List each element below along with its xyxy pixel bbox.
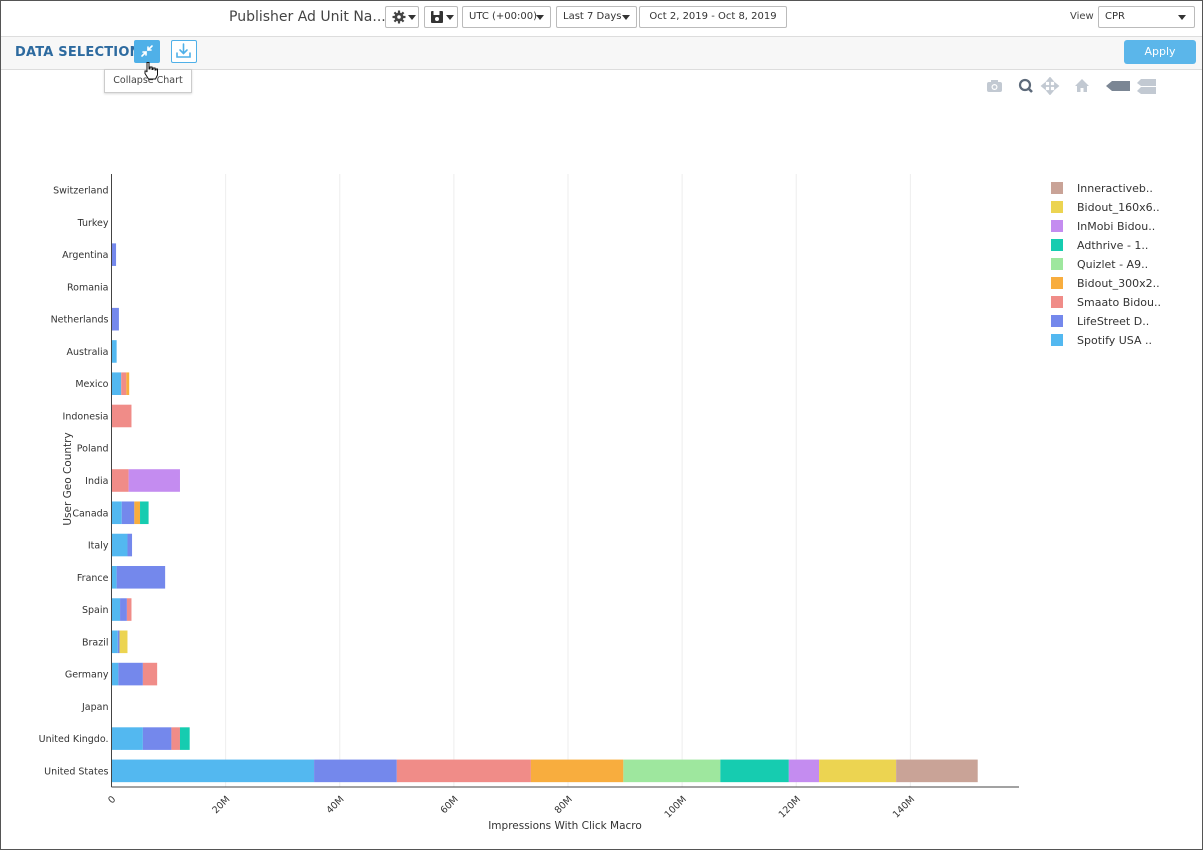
bar-segment[interactable]: [623, 759, 721, 783]
x-tick-label: 40M: [324, 794, 346, 816]
bar-segment[interactable]: [134, 501, 141, 525]
y-tick-label: Italy: [88, 541, 109, 552]
bar-segment[interactable]: [140, 501, 149, 525]
bar-segment[interactable]: [896, 759, 978, 783]
bar-segment[interactable]: [126, 598, 132, 621]
y-tick-label: Romania: [67, 282, 109, 293]
bar-segment[interactable]: [116, 565, 166, 589]
legend-label[interactable]: InMobi Bidou..: [1077, 220, 1155, 233]
y-tick-label: Germany: [65, 670, 109, 681]
bar-segment[interactable]: [111, 759, 315, 783]
y-tick-label: Brazil: [82, 637, 109, 648]
y-tick-label: United States: [44, 766, 108, 777]
bar-segment[interactable]: [121, 372, 127, 396]
y-tick-label: Indonesia: [63, 411, 109, 422]
y-tick-label: Japan: [81, 702, 109, 713]
bar-segment[interactable]: [142, 727, 172, 750]
legend-label[interactable]: Bidout_300x2..: [1077, 277, 1160, 290]
bar-segment[interactable]: [111, 727, 143, 750]
legend-label[interactable]: Bidout_160x6..: [1077, 201, 1160, 214]
legend-swatch[interactable]: [1051, 182, 1063, 194]
legend-label[interactable]: Adthrive - 1..: [1077, 239, 1148, 252]
legend-swatch[interactable]: [1051, 334, 1063, 346]
y-tick-label: Mexico: [75, 379, 108, 390]
x-tick-label: 0: [106, 794, 118, 806]
y-tick-label: Australia: [66, 347, 108, 358]
bar-segment[interactable]: [111, 662, 119, 686]
bar-segment[interactable]: [111, 404, 132, 428]
legend-label[interactable]: Spotify USA ..: [1077, 334, 1152, 347]
legend-swatch[interactable]: [1051, 239, 1063, 251]
legend-swatch[interactable]: [1051, 220, 1063, 232]
legend-swatch[interactable]: [1051, 296, 1063, 308]
y-axis-title: User Geo Country: [62, 432, 74, 525]
y-tick-label: Netherlands: [51, 315, 109, 326]
y-tick-label: United Kingdo.: [39, 734, 109, 745]
x-tick-label: 80M: [553, 794, 575, 816]
app-window: Publisher Ad Unit Na... UTC (+00:00) Las…: [0, 0, 1203, 850]
bar-segment[interactable]: [117, 630, 120, 654]
y-tick-label: Switzerland: [53, 186, 108, 197]
bar-segment[interactable]: [111, 501, 122, 525]
legend-swatch[interactable]: [1051, 201, 1063, 213]
bar-segment[interactable]: [171, 727, 180, 750]
x-tick-label: 100M: [663, 794, 689, 820]
legend-label[interactable]: Quizlet - A9..: [1077, 258, 1148, 271]
bar-segment[interactable]: [121, 501, 135, 525]
bar-segment[interactable]: [118, 662, 143, 686]
legend-label[interactable]: Smaato Bidou..: [1077, 296, 1161, 309]
y-tick-label: France: [77, 573, 109, 584]
bar-segment[interactable]: [819, 759, 897, 783]
stacked-bar-chart: United States United Kingdo. Japan Germany B…: [39, 174, 1161, 832]
y-tick-label: Canada: [72, 508, 108, 519]
bar-segment[interactable]: [127, 533, 133, 557]
bar-segment[interactable]: [111, 307, 119, 331]
x-tick-label: 20M: [210, 794, 232, 816]
bar-segment[interactable]: [142, 662, 158, 686]
bar-segment[interactable]: [128, 469, 180, 492]
bar-segment[interactable]: [111, 340, 117, 363]
legend-label[interactable]: Inneractiveb..: [1077, 182, 1153, 195]
x-tick-label: 120M: [777, 794, 803, 820]
x-tick-label: 60M: [439, 794, 461, 816]
y-tick-label: Turkey: [77, 218, 109, 229]
legend-swatch[interactable]: [1051, 258, 1063, 270]
bar-segment[interactable]: [119, 630, 128, 654]
bar-segment[interactable]: [111, 598, 121, 621]
bar-segment[interactable]: [111, 372, 122, 396]
legend-swatch[interactable]: [1051, 277, 1063, 289]
bar-segment[interactable]: [314, 759, 397, 783]
bar-segment[interactable]: [111, 533, 128, 557]
y-tick-label: Spain: [82, 605, 109, 616]
y-tick-label: Argentina: [62, 250, 108, 261]
bar-segment[interactable]: [396, 759, 531, 783]
y-tick-label: India: [85, 476, 108, 487]
bar-segment[interactable]: [720, 759, 789, 783]
legend-label[interactable]: LifeStreet D..: [1077, 315, 1149, 328]
bar-segment[interactable]: [111, 565, 117, 589]
x-axis-title: Impressions With Click Macro: [488, 820, 642, 832]
legend-swatch[interactable]: [1051, 315, 1063, 327]
bar-segment[interactable]: [788, 759, 820, 783]
bar-segment[interactable]: [179, 727, 190, 750]
x-tick-label: 140M: [891, 794, 917, 820]
bar-segment[interactable]: [111, 630, 118, 654]
bar-segment[interactable]: [530, 759, 624, 783]
bar-segment[interactable]: [111, 469, 129, 492]
y-tick-label: Poland: [77, 444, 109, 455]
bar-segment[interactable]: [111, 243, 117, 266]
bar-segment[interactable]: [126, 372, 130, 396]
bar-segment[interactable]: [120, 598, 127, 621]
